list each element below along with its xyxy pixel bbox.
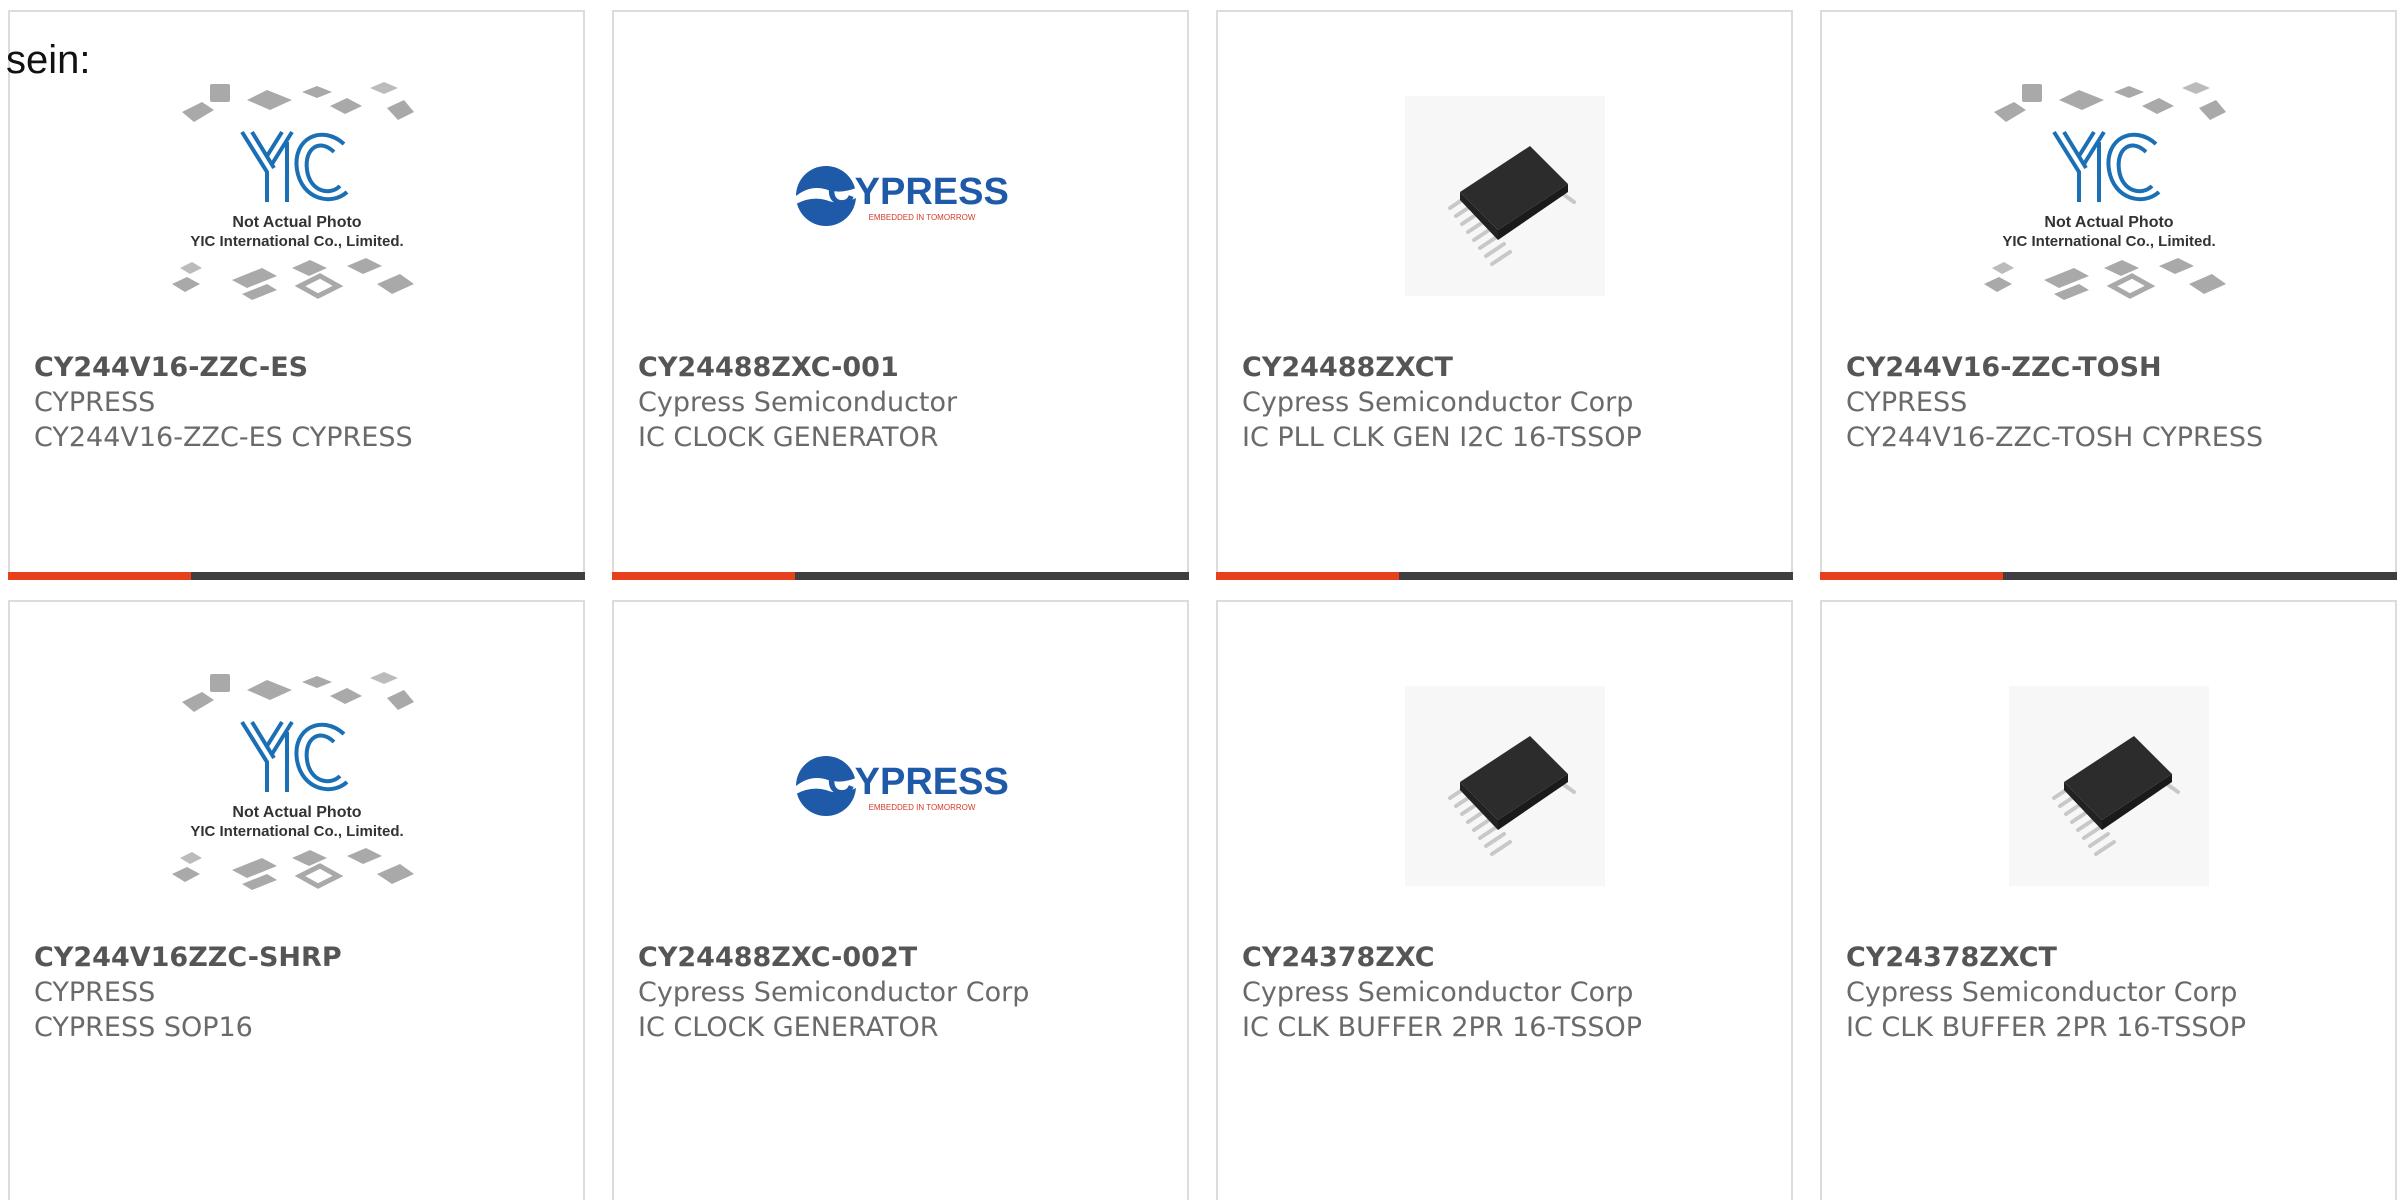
product-card[interactable]: CY24378ZXC Cypress Semiconductor Corp IC C… xyxy=(1216,600,1793,1200)
card-accent-bar xyxy=(1216,572,1793,580)
part-description: IC PLL CLK GEN I2C 16-TSSOP xyxy=(1242,422,1642,453)
product-meta: CY24378ZXC Cypress Semiconductor Corp IC C… xyxy=(1242,942,1642,1047)
part-description: CY244V16-ZZC-TOSH CYPRESS xyxy=(1846,422,2264,453)
card-accent-highlight xyxy=(8,572,191,580)
svg-text:Not Actual Photo: Not Actual Photo xyxy=(2044,214,2173,231)
card-accent-bar xyxy=(1820,572,2397,580)
part-description: IC CLK BUFFER 2PR 16-TSSOP xyxy=(1242,1012,1643,1043)
part-number-link[interactable]: CY244V16-ZZC-TOSH xyxy=(1846,352,2263,383)
product-card[interactable]: Not Actual Photo YIC International Co., … xyxy=(8,600,585,1200)
product-image[interactable]: Not Actual Photo YIC International Co., … xyxy=(152,662,442,910)
product-meta: CY24488ZXC-002T Cypress Semiconductor Cor… xyxy=(638,942,1029,1047)
product-image[interactable] xyxy=(1360,662,1650,910)
manufacturer-name: Cypress Semiconductor Corp xyxy=(1242,977,1634,1008)
product-meta: CY24488ZXC-001 Cypress Semiconductor IC CL… xyxy=(638,352,957,457)
svg-text:YIC International Co., Limited: YIC International Co., Limited. xyxy=(190,233,403,250)
part-description: CY244V16-ZZC-ES CYPRESS xyxy=(34,422,413,453)
product-card[interactable]: Not Actual Photo YIC International Co., … xyxy=(8,10,585,580)
card-accent-bar xyxy=(8,572,585,580)
svg-text:YIC International Co., Limited: YIC International Co., Limited. xyxy=(190,823,403,840)
product-image[interactable]: CYPRESS EMBEDDED IN TOMORROW xyxy=(756,662,1046,910)
product-meta: CY24488ZXCT Cypress Semiconductor Corp IC … xyxy=(1242,352,1642,457)
part-description: IC CLOCK GENERATOR xyxy=(638,1012,939,1043)
product-meta: CY244V16ZZC-SHRP CYPRESS CYPRESS SOP16 xyxy=(34,942,342,1047)
svg-text:EMBEDDED IN TOMORROW: EMBEDDED IN TOMORROW xyxy=(868,803,975,812)
part-number-link[interactable]: CY24488ZXCT xyxy=(1242,352,1642,383)
product-image[interactable]: Not Actual Photo YIC International Co., … xyxy=(1964,72,2254,320)
svg-text:EMBEDDED IN TOMORROW: EMBEDDED IN TOMORROW xyxy=(868,213,975,222)
card-accent-highlight xyxy=(1216,572,1399,580)
product-card[interactable]: CYPRESS EMBEDDED IN TOMORROW CY24488ZXC-… xyxy=(612,10,1189,580)
part-description: CYPRESS SOP16 xyxy=(34,1012,253,1043)
cypress-logo-image: CYPRESS EMBEDDED IN TOMORROW xyxy=(795,756,1009,816)
manufacturer-name: Cypress Semiconductor Corp xyxy=(638,977,1030,1008)
yic-placeholder-image: Not Actual Photo YIC International Co., … xyxy=(171,672,414,890)
svg-text:YIC International Co., Limited: YIC International Co., Limited. xyxy=(2002,233,2215,250)
product-image[interactable] xyxy=(1964,662,2254,910)
card-accent-highlight xyxy=(612,572,795,580)
product-card[interactable]: Not Actual Photo YIC International Co., … xyxy=(1820,10,2397,580)
product-card[interactable]: CYPRESS EMBEDDED IN TOMORROW CY24488ZXC-… xyxy=(612,600,1189,1200)
svg-text:Not Actual Photo: Not Actual Photo xyxy=(232,214,361,231)
product-image[interactable]: Not Actual Photo YIC International Co., … xyxy=(152,72,442,320)
product-image[interactable] xyxy=(1360,72,1650,320)
svg-text:CYPRESS: CYPRESS xyxy=(827,171,1009,213)
tssop-chip-image xyxy=(2008,686,2209,886)
svg-text:CYPRESS: CYPRESS xyxy=(827,761,1009,803)
part-number-link[interactable]: CY244V16ZZC-SHRP xyxy=(34,942,342,973)
manufacturer-name: Cypress Semiconductor Corp xyxy=(1846,977,2238,1008)
manufacturer-name: CYPRESS xyxy=(1846,387,1968,418)
product-card[interactable]: CY24378ZXCT Cypress Semiconductor Corp IC … xyxy=(1820,600,2397,1200)
manufacturer-name: Cypress Semiconductor xyxy=(638,387,958,418)
card-accent-bar xyxy=(612,572,1189,580)
card-accent-highlight xyxy=(1820,572,2003,580)
product-image[interactable]: CYPRESS EMBEDDED IN TOMORROW xyxy=(756,72,1046,320)
part-description: IC CLK BUFFER 2PR 16-TSSOP xyxy=(1846,1012,2247,1043)
part-number-link[interactable]: CY24378ZXCT xyxy=(1846,942,2246,973)
part-number-link[interactable]: CY24488ZXC-001 xyxy=(638,352,957,383)
product-meta: CY244V16-ZZC-TOSH CYPRESS CY244V16-ZZC-TOS… xyxy=(1846,352,2263,457)
tssop-chip-image xyxy=(1404,96,1605,296)
product-card[interactable]: CY24488ZXCT Cypress Semiconductor Corp IC … xyxy=(1216,10,1793,580)
part-description: IC CLOCK GENERATOR xyxy=(638,422,939,453)
yic-placeholder-image: Not Actual Photo YIC International Co., … xyxy=(1983,82,2226,300)
tssop-chip-image xyxy=(1404,686,1605,886)
product-meta: CY244V16-ZZC-ES CYPRESS CY244V16-ZZC-ES CY… xyxy=(34,352,413,457)
part-number-link[interactable]: CY24378ZXC xyxy=(1242,942,1642,973)
yic-placeholder-image: Not Actual Photo YIC International Co., … xyxy=(171,82,414,300)
manufacturer-name: Cypress Semiconductor Corp xyxy=(1242,387,1634,418)
svg-text:Not Actual Photo: Not Actual Photo xyxy=(232,804,361,821)
manufacturer-name: CYPRESS xyxy=(34,387,156,418)
manufacturer-name: CYPRESS xyxy=(34,977,156,1008)
product-meta: CY24378ZXCT Cypress Semiconductor Corp IC … xyxy=(1846,942,2246,1047)
part-number-link[interactable]: CY24488ZXC-002T xyxy=(638,942,1029,973)
part-number-link[interactable]: CY244V16-ZZC-ES xyxy=(34,352,413,383)
cypress-logo-image: CYPRESS EMBEDDED IN TOMORROW xyxy=(795,166,1009,226)
intro-text: sein: xyxy=(6,38,91,82)
